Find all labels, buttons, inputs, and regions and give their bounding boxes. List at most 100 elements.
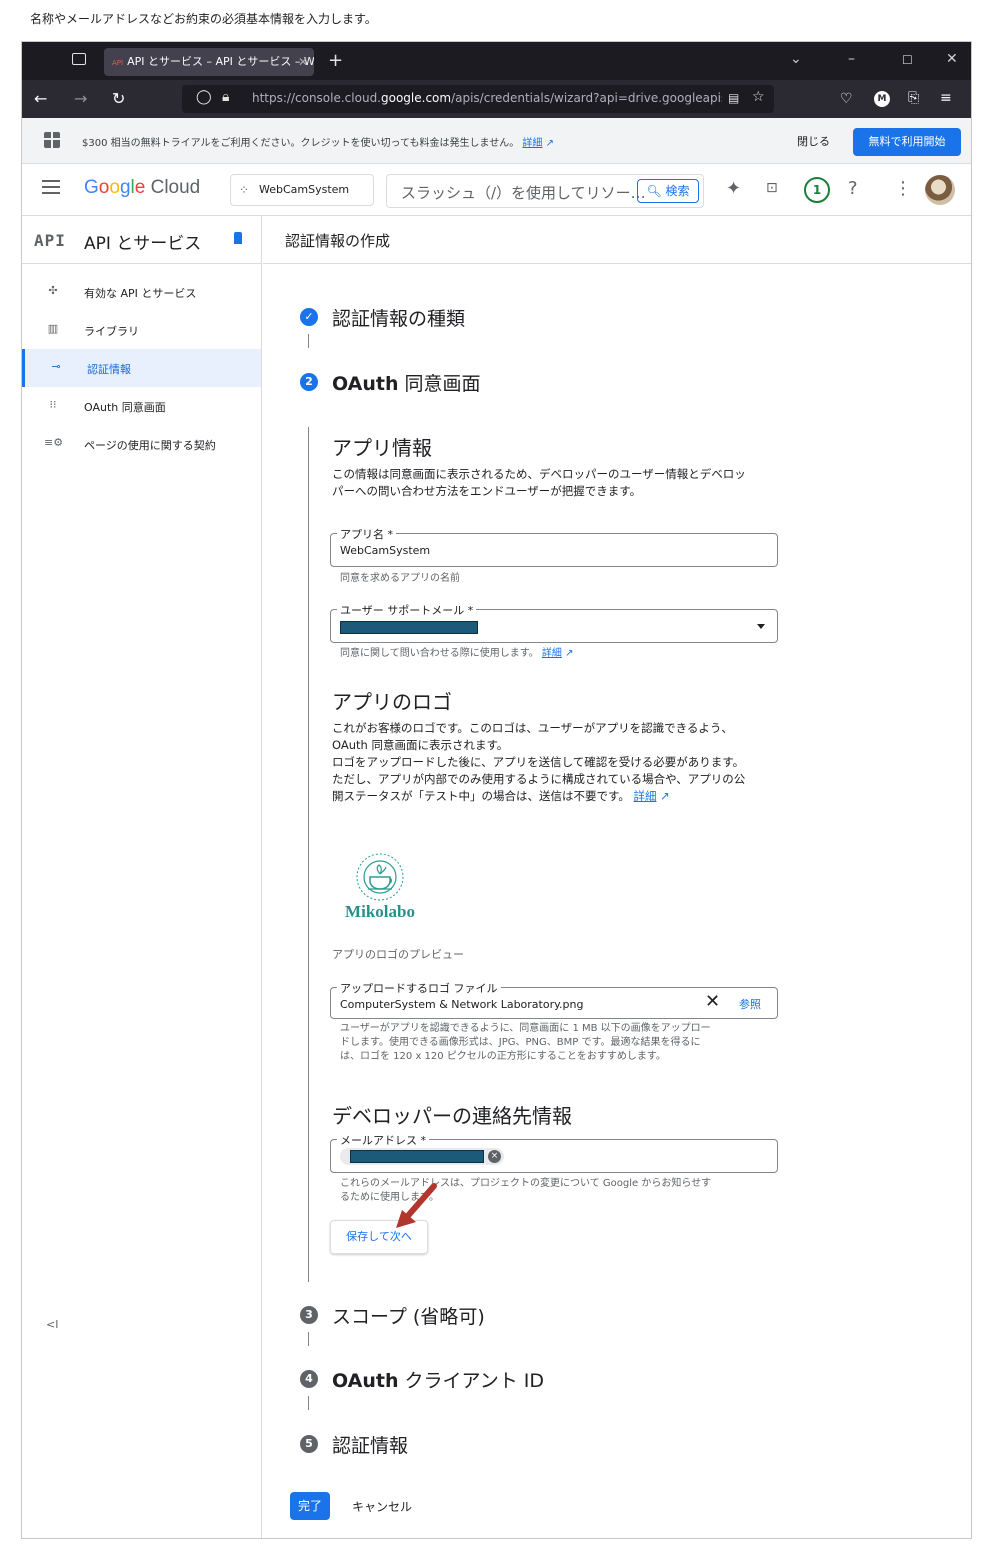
app-info-description: この情報は同意画面に表示されるため、デベロッパーのユーザー情報とデベロッ パーへの… bbox=[332, 467, 746, 498]
api-favicon-icon: API bbox=[112, 59, 124, 67]
check-circle-icon: ✓ bbox=[300, 308, 318, 326]
annotation-arrow-icon bbox=[396, 1183, 437, 1228]
dropdown-arrow-icon[interactable] bbox=[757, 624, 765, 629]
done-button[interactable]: 完了 bbox=[290, 1492, 330, 1520]
search-icon: 🔍︎ bbox=[646, 184, 662, 198]
notifications-badge[interactable]: 1 bbox=[804, 177, 830, 203]
maximize-icon[interactable]: ☐ bbox=[902, 53, 913, 67]
app-name-field[interactable]: アプリ名 * WebCamSystem bbox=[330, 526, 778, 567]
search-box[interactable]: スラッシュ（/）を使用してリソー… 🔍︎ 検索 bbox=[386, 174, 704, 208]
tab-list-icon[interactable] bbox=[72, 53, 86, 65]
developer-contact-heading: デベロッパーの連絡先情報 bbox=[332, 1104, 572, 1128]
field-label: ユーザー サポートメール * bbox=[337, 602, 477, 618]
menu-icon[interactable]: ≡ bbox=[940, 90, 952, 106]
step-number: 4 bbox=[300, 1370, 318, 1388]
lock-icon[interactable]: 🔒︎ bbox=[222, 89, 229, 105]
step-connector bbox=[308, 1396, 309, 1410]
step-connector bbox=[308, 427, 309, 1282]
key-icon: ⊸ bbox=[51, 360, 61, 373]
sidebar-item-oauth-consent[interactable]: ⁝⁝ OAuth 同意画面 bbox=[22, 387, 261, 425]
back-icon[interactable]: ← bbox=[34, 89, 47, 108]
free-start-button[interactable]: 無料で利用開始 bbox=[853, 128, 961, 156]
minimize-icon[interactable]: – bbox=[848, 51, 855, 67]
logo-file-field[interactable]: アップロードするロゴ ファイル ComputerSystem & Network… bbox=[330, 980, 778, 1019]
sidebar-item-enabled-apis[interactable]: ✣ 有効な API とサービス bbox=[22, 273, 261, 311]
extensions-icon[interactable]: ⎘ bbox=[908, 90, 919, 106]
reader-view-icon[interactable]: ▤ bbox=[728, 91, 739, 105]
url-bar[interactable]: ◯ 🔒︎ https://console.cloud.google.com/ap… bbox=[182, 85, 774, 113]
developer-email-field[interactable]: メールアドレス * × bbox=[330, 1132, 778, 1173]
forward-icon[interactable]: → bbox=[74, 89, 87, 108]
navigation-toolbar: ← → ↻ ◯ 🔒︎ https://console.cloud.google.… bbox=[22, 80, 971, 118]
close-tab-icon[interactable]: ✕ bbox=[298, 48, 308, 76]
avatar[interactable] bbox=[925, 175, 955, 205]
app-info-heading: アプリ情報 bbox=[332, 436, 432, 460]
cancel-button[interactable]: キャンセル bbox=[352, 1498, 412, 1515]
app-logo-heading: アプリのロゴ bbox=[332, 690, 452, 714]
trial-banner: $300 相当の無料トライアルをご利用ください。クレジットを使い切っても料金は発… bbox=[22, 118, 971, 164]
search-button[interactable]: 🔍︎ 検索 bbox=[637, 179, 699, 203]
close-banner-button[interactable]: 閉じる bbox=[797, 133, 830, 149]
library-icon: ▥ bbox=[47, 322, 59, 335]
shield-icon[interactable]: ◯ bbox=[196, 89, 212, 105]
sidebar-item-library[interactable]: ▥ ライブラリ bbox=[22, 311, 261, 349]
browser-window: API API とサービス – API とサービス – W ✕ + ⌄ – ☐ ✕… bbox=[21, 41, 972, 1539]
step-number: 2 bbox=[300, 373, 318, 391]
pocket-icon[interactable]: ♡ bbox=[840, 91, 853, 107]
tab-bar: API API とサービス – API とサービス – W ✕ + ⌄ – ☐ ✕ bbox=[22, 42, 971, 80]
pin-icon[interactable] bbox=[234, 232, 242, 244]
browse-button[interactable]: 参照 bbox=[739, 996, 761, 1012]
search-input[interactable]: スラッシュ（/）を使用してリソー… bbox=[401, 182, 646, 203]
gemini-spark-icon[interactable]: ✦ bbox=[726, 178, 741, 199]
step-label: 認証情報の種類 bbox=[332, 308, 466, 330]
step-label: 認証情報 bbox=[332, 1435, 409, 1457]
collapse-sidebar-icon[interactable]: <I bbox=[46, 1318, 58, 1331]
consent-icon: ⁝⁝ bbox=[49, 398, 57, 411]
banner-details-link[interactable]: 詳細 bbox=[522, 138, 542, 149]
cloud-header: Google Cloud ⁘ WebCamSystem スラッシュ（/）を使用して… bbox=[22, 164, 971, 216]
caption: 名称やメールアドレスなどお約束の必須基本情報を入力します。 bbox=[30, 12, 377, 26]
sidebar: API API とサービス ✣ 有効な API とサービス ▥ ライブラリ ⊸ 認証情… bbox=[22, 216, 262, 1538]
hamburger-menu-icon[interactable] bbox=[42, 180, 60, 194]
api-icon: ✣ bbox=[48, 284, 58, 297]
tab-title: API とサービス – API とサービス – W bbox=[127, 55, 314, 68]
clear-file-icon[interactable]: ✕ bbox=[705, 991, 720, 1012]
field-label: アプリ名 * bbox=[337, 526, 396, 542]
redacted-email bbox=[350, 1150, 484, 1163]
email-chip[interactable]: × bbox=[340, 1148, 504, 1165]
sidebar-title: API とサービス bbox=[84, 234, 202, 254]
sidebar-item-page-usage-agreements[interactable]: ≡⚙ ページの使用に関する契約 bbox=[22, 425, 261, 463]
project-selector[interactable]: ⁘ WebCamSystem bbox=[230, 174, 374, 206]
logo-details-link[interactable]: 詳細 bbox=[634, 789, 657, 803]
url-text: https://console.cloud.google.com/apis/cr… bbox=[252, 91, 722, 105]
redacted-email bbox=[340, 621, 478, 634]
app-logo-description: これがお客様のロゴです。このロゴは、ユーザーがアプリを認識できるよう、 OAut… bbox=[332, 721, 746, 803]
project-dots-icon: ⁘ bbox=[239, 183, 250, 197]
more-vert-icon[interactable]: ⋮ bbox=[894, 178, 912, 199]
step-connector bbox=[308, 334, 309, 348]
app-name-input[interactable]: WebCamSystem bbox=[340, 544, 430, 557]
reload-icon[interactable]: ↻ bbox=[112, 89, 125, 108]
page-header: 認証情報の作成 bbox=[263, 216, 971, 264]
google-cloud-logo[interactable]: Google Cloud bbox=[84, 177, 200, 199]
app-logo-preview: Mikolabo bbox=[345, 853, 415, 921]
field-label: アップロードするロゴ ファイル bbox=[337, 980, 501, 996]
support-email-details-link[interactable]: 詳細 bbox=[542, 648, 562, 659]
sidebar-item-credentials[interactable]: ⊸ 認証情報 bbox=[22, 349, 261, 387]
step-label: OAuth クライアント ID bbox=[332, 1370, 545, 1392]
cloud-shell-icon[interactable]: ⊡ bbox=[766, 180, 778, 196]
close-window-icon[interactable]: ✕ bbox=[946, 51, 958, 67]
support-email-help: 同意に関して問い合わせる際に使用します。 詳細 ↗ bbox=[340, 648, 574, 659]
remove-chip-icon[interactable]: × bbox=[488, 1150, 501, 1163]
gift-icon bbox=[44, 132, 60, 148]
step-number: 3 bbox=[300, 1306, 318, 1324]
account-icon[interactable]: M bbox=[874, 91, 890, 107]
logo-file-help: ユーザーがアプリを認識できるように、同意画面に 1 MB 以下の画像をアップロー… bbox=[340, 1023, 711, 1062]
field-label: メールアドレス * bbox=[337, 1132, 429, 1148]
bookmark-star-icon[interactable]: ☆ bbox=[752, 89, 765, 105]
help-icon[interactable]: ? bbox=[848, 178, 858, 199]
tab-active[interactable]: API API とサービス – API とサービス – W ✕ bbox=[104, 48, 314, 76]
support-email-select[interactable]: ユーザー サポートメール * bbox=[330, 602, 778, 643]
chevron-down-icon[interactable]: ⌄ bbox=[790, 51, 802, 67]
new-tab-button[interactable]: + bbox=[328, 50, 343, 71]
